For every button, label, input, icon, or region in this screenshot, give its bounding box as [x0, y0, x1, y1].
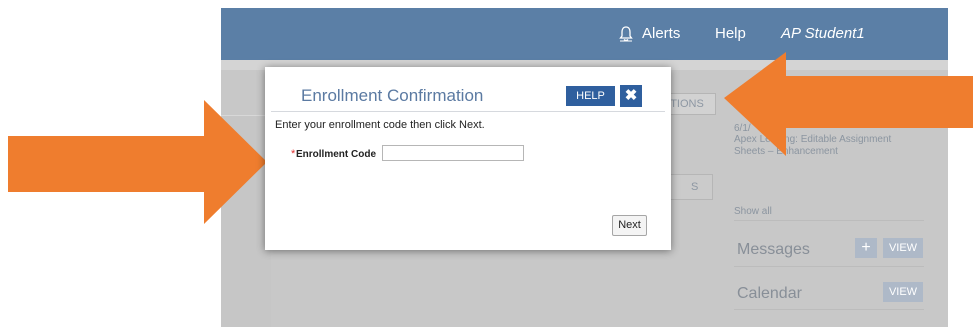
right-arrow-icon: [724, 52, 973, 156]
help-button[interactable]: HELP: [566, 86, 615, 106]
plus-icon: +: [861, 239, 871, 256]
enrollment-code-input[interactable]: [382, 145, 524, 161]
close-button[interactable]: ✖: [620, 85, 642, 107]
user-name[interactable]: AP Student1: [781, 25, 865, 42]
enrollment-confirmation-dialog: Enrollment Confirmation HELP ✖ Enter you…: [265, 67, 671, 250]
instruction-text: Enter your enrollment code then click Ne…: [275, 119, 485, 131]
close-icon: ✖: [624, 87, 638, 104]
help-link[interactable]: Help: [715, 25, 746, 42]
next-button[interactable]: Next: [612, 215, 647, 236]
calendar-title: Calendar: [737, 285, 802, 302]
show-all-link[interactable]: Show all: [734, 206, 772, 217]
messages-view-button[interactable]: VIEW: [883, 238, 923, 258]
divider: [734, 309, 924, 310]
required-marker: *: [291, 148, 296, 160]
bell-icon[interactable]: [619, 26, 633, 42]
dialog-divider: [271, 111, 665, 112]
divider: [734, 266, 924, 267]
enrollment-code-label: Enrollment Code: [296, 149, 377, 160]
messages-title: Messages: [737, 241, 810, 258]
alerts-link[interactable]: Alerts: [642, 25, 680, 42]
dialog-title: Enrollment Confirmation: [301, 86, 484, 105]
calendar-view-button[interactable]: VIEW: [883, 282, 923, 302]
content-box-text: S: [691, 181, 699, 193]
divider: [734, 220, 924, 221]
add-message-button[interactable]: +: [855, 238, 877, 258]
left-arrow-icon: [8, 100, 267, 224]
